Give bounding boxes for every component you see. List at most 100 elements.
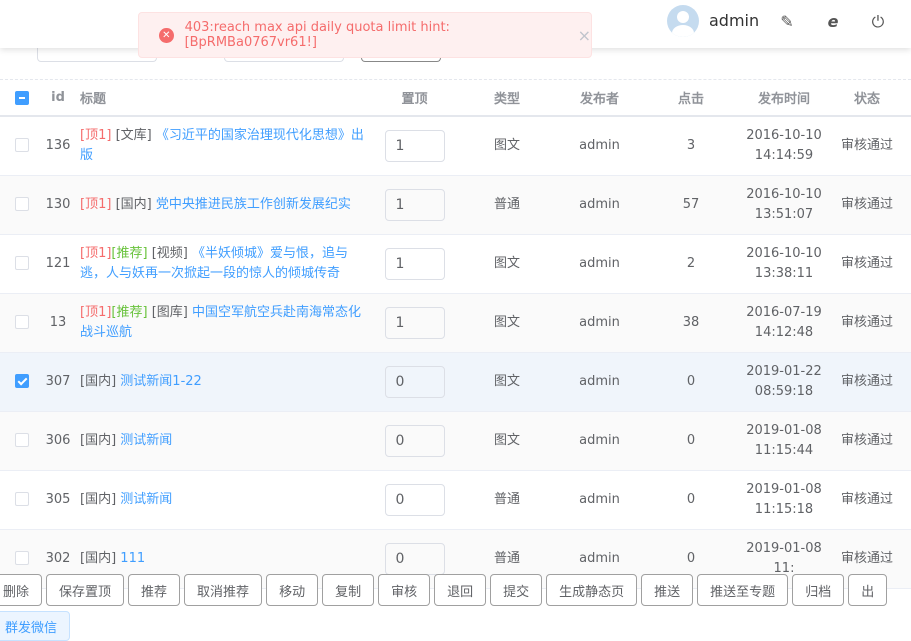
row-id: 307	[44, 352, 72, 412]
error-toast: ✕ 403:reach max api daily quota limit hi…	[138, 12, 592, 58]
row-checkbox[interactable]	[15, 492, 29, 506]
top-order-input[interactable]: 0	[384, 365, 445, 398]
row-time: 2016-10-10 13:38:11	[745, 234, 823, 294]
row-time: 2019-01-08 11:15:18	[745, 470, 823, 530]
row-status: 审核通过	[823, 293, 911, 353]
row-type: 普通	[452, 470, 562, 530]
top-order-input[interactable]: 0	[384, 483, 445, 516]
row-clicks: 57	[637, 175, 745, 235]
row-type: 图文	[452, 411, 562, 471]
row-time: 2016-10-10 14:14:59	[745, 116, 823, 176]
row-publisher: admin	[562, 411, 637, 471]
row-id: 306	[44, 411, 72, 471]
wechat-broadcast-button[interactable]: 群发微信	[0, 611, 71, 641]
row-id: 121	[44, 234, 72, 294]
action-button-6[interactable]: 审核	[378, 574, 431, 606]
row-checkbox[interactable]	[15, 433, 29, 447]
row-title-link[interactable]: 党中央推进民族工作创新发展纪实	[156, 197, 351, 212]
col-top: 置顶	[377, 80, 452, 117]
top-order-input[interactable]: 1	[384, 247, 445, 280]
row-clicks: 3	[637, 116, 745, 176]
table-row: 306 [国内] 测试新闻 0 图文 admin 0 2019-01-08 11…	[0, 411, 911, 471]
action-button-4[interactable]: 移动	[266, 574, 319, 606]
row-status: 审核通过	[823, 411, 911, 471]
row-publisher: admin	[562, 234, 637, 294]
action-button-8[interactable]: 提交	[490, 574, 543, 606]
action-button-11[interactable]: 推送至专题	[697, 574, 789, 606]
row-category: [视频]	[151, 245, 188, 261]
row-time: 2019-01-22 08:59:18	[745, 352, 823, 412]
col-type: 类型	[452, 80, 562, 117]
row-checkbox[interactable]	[15, 315, 29, 329]
action-button-3[interactable]: 取消推荐	[184, 574, 263, 606]
col-status: 状态	[823, 80, 911, 117]
col-clicks: 点击	[637, 80, 745, 117]
row-time: 2016-07-19 14:12:48	[745, 293, 823, 353]
top-order-input[interactable]: 0	[384, 424, 445, 457]
row-status: 审核通过	[823, 470, 911, 530]
top-order-input[interactable]: 1	[384, 129, 445, 162]
row-id: 136	[44, 116, 72, 176]
col-id[interactable]: id	[44, 80, 72, 117]
row-type: 图文	[452, 352, 562, 412]
row-id: 13	[44, 293, 72, 353]
table-row: 130 [顶1] [国内] 党中央推进民族工作创新发展纪实 1 普通 admin…	[0, 175, 911, 235]
row-clicks: 0	[637, 352, 745, 412]
row-status: 审核通过	[823, 234, 911, 294]
row-title-link[interactable]: 测试新闻1-22	[120, 374, 202, 389]
row-category: [国内]	[80, 550, 117, 566]
action-button-13[interactable]: 出	[848, 574, 888, 606]
top-order-input[interactable]: 1	[384, 188, 445, 221]
row-title-link[interactable]: 测试新闻	[120, 433, 172, 448]
row-title-link[interactable]: 测试新闻	[120, 492, 172, 507]
username[interactable]: admin	[709, 11, 759, 30]
action-button-5[interactable]: 复制	[322, 574, 375, 606]
row-status: 审核通过	[823, 116, 911, 176]
row-checkbox[interactable]	[15, 374, 29, 388]
tag-top: [顶1]	[80, 304, 112, 320]
action-button-10[interactable]: 推送	[641, 574, 694, 606]
close-icon[interactable]: ×	[578, 26, 591, 45]
row-checkbox[interactable]	[15, 197, 29, 211]
row-category: [国内]	[80, 373, 117, 389]
row-checkbox[interactable]	[15, 256, 29, 270]
error-icon: ✕	[159, 27, 174, 43]
top-order-input[interactable]: 1	[384, 306, 445, 339]
row-category: [国内]	[80, 491, 117, 507]
tag-top: [顶1]	[80, 127, 112, 143]
row-publisher: admin	[562, 470, 637, 530]
row-time: 2019-01-08 11:15:44	[745, 411, 823, 471]
row-type: 图文	[452, 116, 562, 176]
action-button-9[interactable]: 生成静态页	[546, 574, 638, 606]
action-button-7[interactable]: 退回	[434, 574, 487, 606]
action-button-1[interactable]: 保存置顶	[46, 574, 125, 606]
select-all-checkbox[interactable]	[15, 90, 29, 105]
user-edit-icon[interactable]: ✎	[778, 12, 796, 31]
row-checkbox[interactable]	[15, 551, 29, 565]
tag-rec: [推荐]	[111, 304, 148, 320]
row-category: [国内]	[115, 196, 152, 212]
tag-top: [顶1]	[80, 196, 112, 212]
row-category: [文库]	[115, 127, 152, 143]
tag-rec: [推荐]	[111, 245, 148, 261]
row-clicks: 0	[637, 411, 745, 471]
top-order-input[interactable]: 0	[384, 542, 445, 575]
row-checkbox[interactable]	[15, 138, 29, 153]
row-time: 2016-10-10 13:51:07	[745, 175, 823, 235]
action-button-0[interactable]: 删除	[0, 574, 43, 606]
browser-icon[interactable]: e	[824, 12, 842, 31]
action-button-12[interactable]: 归档	[792, 574, 845, 606]
action-button-2[interactable]: 推荐	[128, 574, 181, 606]
row-type: 普通	[452, 175, 562, 235]
row-publisher: admin	[562, 293, 637, 353]
table-row: 136 [顶1] [文库] 《习近平的国家治理现代化思想》出版 1 图文 adm…	[0, 116, 911, 176]
row-type: 图文	[452, 293, 562, 353]
article-table: id 标题 置顶 类型 发布者 点击 发布时间 状态 136 [顶1] [文库]…	[0, 80, 911, 589]
table-row: 13 [顶1][推荐] [图库] 中国空军航空兵赴南海常态化战斗巡航 1 图文 …	[0, 293, 911, 353]
avatar[interactable]	[667, 5, 699, 37]
power-icon[interactable]: ⏻	[869, 12, 887, 32]
row-status: 审核通过	[823, 175, 911, 235]
row-publisher: admin	[562, 352, 637, 412]
row-title-link[interactable]: 111	[120, 551, 145, 566]
row-clicks: 2	[637, 234, 745, 294]
